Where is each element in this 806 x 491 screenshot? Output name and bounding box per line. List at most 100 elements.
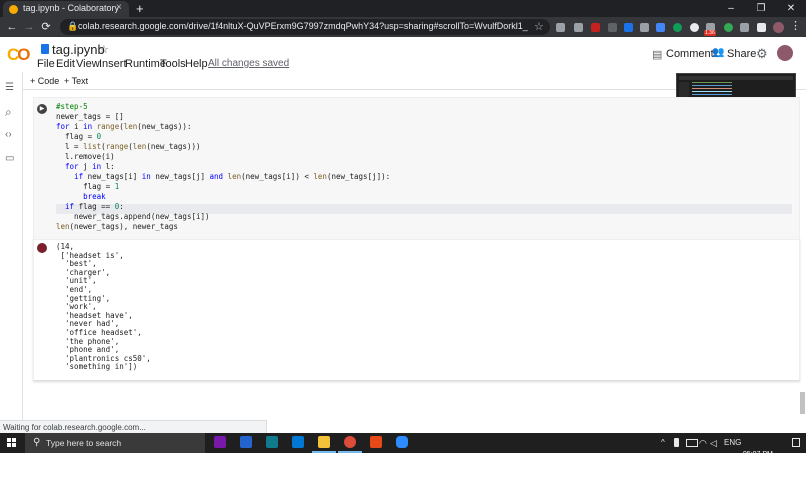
volume-icon[interactable]: ◁ xyxy=(710,438,717,449)
run-cell-button[interactable]: ▶ xyxy=(37,104,47,114)
window-minimize-button[interactable]: – xyxy=(716,0,746,17)
extension-icon[interactable] xyxy=(724,23,733,32)
code-line[interactable]: flag = 0 xyxy=(56,132,390,142)
code-line[interactable]: len(newer_tags), newer_tags xyxy=(56,222,390,232)
code-line[interactable]: #step-5 xyxy=(56,102,390,112)
notifications-icon[interactable] xyxy=(792,438,800,447)
snip-app-icon[interactable] xyxy=(370,436,382,448)
star-icon[interactable]: ☆ xyxy=(99,43,109,56)
window-close-button[interactable]: ✕ xyxy=(776,0,806,17)
colab-logo-right: O xyxy=(17,45,30,64)
url-text[interactable]: colab.research.google.com/drive/1f4nltuX… xyxy=(78,21,528,31)
output-clear-icon[interactable] xyxy=(37,243,47,253)
new-tab-button[interactable]: + xyxy=(136,1,144,16)
code-line[interactable]: l.remove(i) xyxy=(56,152,390,162)
code-snippets-icon[interactable]: ‹› xyxy=(5,129,12,140)
network-icon[interactable]: ◠ xyxy=(699,438,707,449)
window-maximize-button[interactable]: ❐ xyxy=(746,0,776,17)
taskbar-search-box[interactable]: ⚲ Type here to search xyxy=(25,433,205,453)
code-line[interactable]: for i in range(len(new_tags)): xyxy=(56,122,390,132)
todo-app-icon[interactable] xyxy=(240,436,252,448)
vertical-scrollbar[interactable] xyxy=(800,392,805,414)
taskbar-search-placeholder: Type here to search xyxy=(46,438,122,448)
menu-help[interactable]: Help xyxy=(185,58,208,70)
tray-overflow-icon[interactable]: ^ xyxy=(661,438,665,447)
colab-logo-left: C xyxy=(7,45,19,64)
browser-status-bar: Waiting for colab.research.google.com... xyxy=(0,420,267,433)
tab-close-icon[interactable]: × xyxy=(116,2,122,13)
cell-output-text: (14, ['headset is', 'best', 'charger', '… xyxy=(56,242,151,372)
reload-button[interactable]: ⟳ xyxy=(39,20,53,34)
menu-view[interactable]: View xyxy=(76,58,100,70)
thumbnail-titlebar xyxy=(679,76,793,80)
browser-menu-icon[interactable]: ⋮ xyxy=(790,19,801,32)
code-line[interactable]: for j in l: xyxy=(56,162,390,172)
menu-insert[interactable]: Insert xyxy=(99,58,127,70)
taskbar-clock[interactable]: 05:07 PM 13-12-2020 xyxy=(740,435,776,491)
browser-tab[interactable]: tag.ipynb - Colaboratory × xyxy=(3,1,129,17)
extension-icon[interactable] xyxy=(640,23,649,32)
code-editor[interactable]: #step-5 newer_tags = [] for i in range(len… xyxy=(56,102,390,232)
bookmark-star-icon[interactable]: ☆ xyxy=(534,20,544,33)
settings-gear-icon[interactable]: ⚙ xyxy=(756,46,768,62)
clock-time: 05:07 PM xyxy=(742,451,773,458)
user-avatar[interactable] xyxy=(777,45,793,61)
code-line[interactable]: newer_tags.append(new_tags[i]) xyxy=(56,212,390,222)
address-bar[interactable]: 🔒 colab.research.google.com/drive/1f4nlt… xyxy=(60,19,550,35)
extension-icon[interactable] xyxy=(690,23,699,32)
battery-icon[interactable] xyxy=(686,439,698,447)
search-icon: ⚲ xyxy=(33,437,41,448)
left-sidebar xyxy=(0,72,23,420)
code-line[interactable]: newer_tags = [] xyxy=(56,112,390,122)
tab-title: tag.ipynb - Colaboratory xyxy=(23,3,120,13)
extension-icon[interactable] xyxy=(556,23,565,32)
extension-icon[interactable] xyxy=(574,23,583,32)
share-button[interactable]: Share xyxy=(727,48,756,60)
comment-icon: ▤ xyxy=(652,49,663,61)
menu-file[interactable]: File xyxy=(37,58,55,70)
chrome-app-icon[interactable] xyxy=(344,436,356,448)
table-of-contents-icon[interactable]: ☰ xyxy=(5,82,14,93)
extension-badge: 1.36 xyxy=(704,30,716,36)
add-text-button[interactable]: + Text xyxy=(64,76,88,86)
extension-icon[interactable] xyxy=(591,23,600,32)
clock-date: 13-12-2020 xyxy=(740,475,776,482)
colab-logo[interactable]: CO xyxy=(7,45,31,65)
code-line[interactable]: l = list(range(len(new_tags))) xyxy=(56,142,390,152)
code-line[interactable]: if new_tags[i] in new_tags[j] and len(ne… xyxy=(56,172,390,182)
code-line[interactable]: break xyxy=(56,192,390,202)
code-line[interactable]: flag = 1 xyxy=(56,182,390,192)
onenote-app-icon[interactable] xyxy=(214,436,226,448)
extension-icon[interactable] xyxy=(624,23,633,32)
output-line: 'something in']) xyxy=(56,362,138,372)
share-icon: 👥 xyxy=(712,47,725,58)
search-icon[interactable]: ⌕ xyxy=(5,105,12,120)
extension-icon[interactable] xyxy=(656,23,665,32)
input-language[interactable]: ENG xyxy=(724,438,741,447)
lock-icon: 🔒 xyxy=(67,21,79,31)
file-explorer-icon[interactable] xyxy=(318,436,330,448)
extension-icon[interactable] xyxy=(673,23,682,32)
menu-edit[interactable]: Edit xyxy=(56,58,75,70)
files-folder-icon[interactable]: ▭ xyxy=(5,153,14,164)
extension-icon[interactable] xyxy=(608,23,617,32)
save-status[interactable]: All changes saved xyxy=(208,58,289,69)
edge-app-icon[interactable] xyxy=(266,436,278,448)
drive-file-icon xyxy=(41,44,49,54)
colab-favicon-icon xyxy=(9,5,18,14)
mail-app-icon[interactable] xyxy=(292,436,304,448)
extensions-puzzle-icon[interactable] xyxy=(757,23,766,32)
extension-icon[interactable] xyxy=(740,23,749,32)
back-button[interactable]: ← xyxy=(5,20,19,34)
zoom-app-icon[interactable] xyxy=(396,436,408,448)
comment-button[interactable]: Comment xyxy=(666,48,714,60)
code-line[interactable]: if flag == 0: xyxy=(56,202,390,212)
profile-avatar[interactable] xyxy=(773,22,784,33)
add-code-button[interactable]: + Code xyxy=(30,76,59,86)
forward-button[interactable]: → xyxy=(22,20,36,34)
windows-start-icon[interactable] xyxy=(7,438,16,447)
usb-icon[interactable] xyxy=(674,438,679,447)
notebook-title[interactable]: tag.ipynb xyxy=(52,42,105,57)
menu-tools[interactable]: Tools xyxy=(160,58,186,70)
thumbnail-code-lines xyxy=(692,82,732,83)
